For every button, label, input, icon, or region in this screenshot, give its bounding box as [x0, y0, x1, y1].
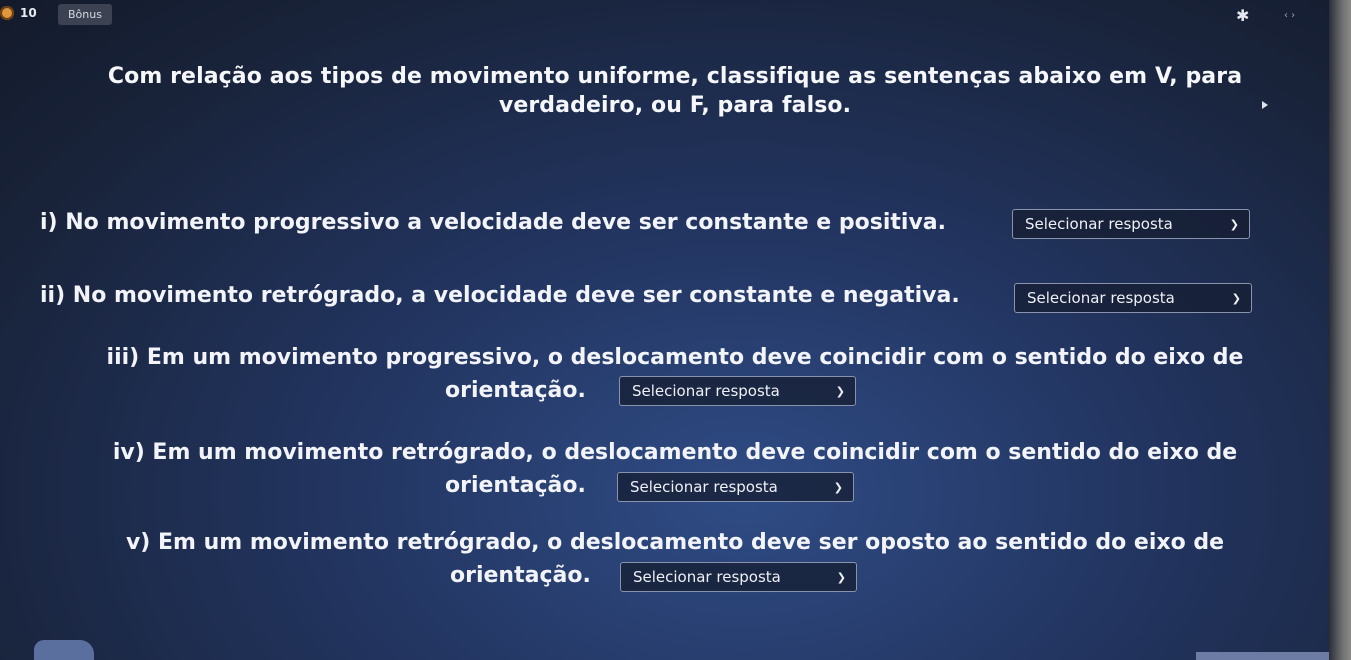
select-value: Selecionar resposta	[630, 478, 778, 496]
statement-row-3: iii) Em um movimento progressivo, o desl…	[60, 342, 1290, 374]
monitor-bezel	[1329, 0, 1351, 660]
statement-row-3-line2: orientação.	[445, 376, 586, 406]
quiz-screen: 10 Bônus ✱ ‹ › Com relação aos tipos de …	[0, 0, 1351, 660]
statement-row-4-line2: orientação.	[445, 471, 586, 501]
bottom-bar	[1196, 652, 1329, 660]
answer-select-5[interactable]: Selecionar resposta ❯	[620, 562, 857, 592]
answer-select-3[interactable]: Selecionar resposta ❯	[619, 376, 856, 406]
question-number: 10	[20, 6, 37, 20]
statement-text: iii) Em um movimento progressivo, o desl…	[106, 345, 1244, 370]
statement-row-5-line2: orientação.	[450, 561, 591, 591]
statement-text-continued: orientação.	[450, 563, 591, 588]
expand-icon[interactable]: ‹ ›	[1284, 10, 1295, 21]
statement-row-2: ii) No movimento retrógrado, a velocidad…	[40, 281, 960, 311]
question-title: Com relação aos tipos de movimento unifo…	[107, 64, 1243, 118]
statement-text: iv) Em um movimento retrógrado, o desloc…	[112, 440, 1238, 465]
answer-select-2[interactable]: Selecionar resposta ❯	[1014, 283, 1252, 313]
decorative-shape	[34, 640, 94, 660]
statement-text: v) Em um movimento retrógrado, o desloca…	[125, 530, 1225, 555]
chevron-down-icon: ❯	[1231, 291, 1241, 305]
chevron-down-icon: ❯	[1229, 217, 1239, 231]
gear-icon[interactable]: ✱	[1236, 8, 1252, 24]
answer-select-1[interactable]: Selecionar resposta ❯	[1012, 209, 1250, 239]
statement-text: i) No movimento progressivo a velocidade…	[40, 210, 946, 235]
status-dot-icon	[0, 6, 14, 20]
chevron-down-icon: ❯	[833, 480, 843, 494]
statement-text-continued: orientação.	[445, 378, 586, 403]
top-bar: 10 Bônus ✱ ‹ ›	[0, 0, 1329, 32]
select-value: Selecionar resposta	[1027, 289, 1175, 307]
statement-text: ii) No movimento retrógrado, a velocidad…	[40, 283, 960, 308]
question-number-badge: 10	[0, 6, 37, 20]
bonus-tag[interactable]: Bônus	[58, 4, 112, 25]
select-value: Selecionar resposta	[633, 568, 781, 586]
chevron-down-icon: ❯	[836, 570, 846, 584]
select-value: Selecionar resposta	[632, 382, 780, 400]
statement-row-4: iv) Em um movimento retrógrado, o desloc…	[60, 437, 1290, 469]
statement-row-5: v) Em um movimento retrógrado, o desloca…	[60, 527, 1290, 559]
statement-row-1: i) No movimento progressivo a velocidade…	[40, 208, 946, 238]
answer-select-4[interactable]: Selecionar resposta ❯	[617, 472, 854, 502]
select-value: Selecionar resposta	[1025, 215, 1173, 233]
chevron-down-icon: ❯	[835, 384, 845, 398]
statement-text-continued: orientação.	[445, 473, 586, 498]
